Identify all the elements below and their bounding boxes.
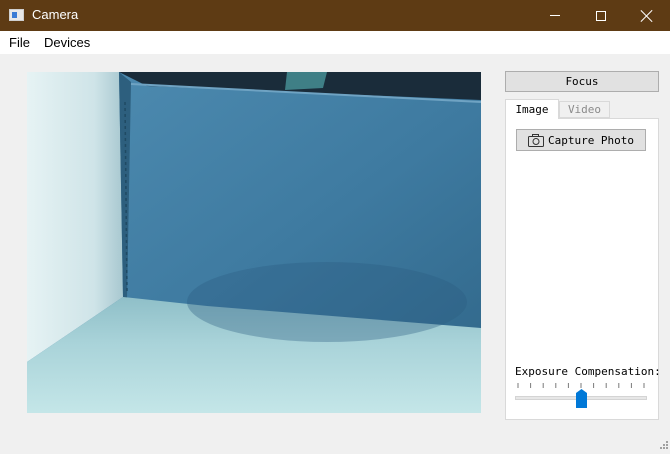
menu-bar: File Devices (0, 31, 670, 54)
camera-app-icon (9, 9, 24, 21)
exposure-slider-handle[interactable] (575, 389, 587, 408)
menu-file[interactable]: File (9, 35, 30, 50)
camera-preview-image (27, 72, 481, 413)
maximize-icon (596, 10, 606, 21)
tab-video[interactable]: Video (559, 101, 610, 118)
maximize-button[interactable] (578, 0, 624, 31)
close-icon (641, 10, 653, 22)
camera-icon (527, 133, 544, 147)
resize-grip-icon[interactable] (657, 440, 669, 452)
camera-viewfinder (27, 72, 481, 413)
close-button[interactable] (624, 0, 670, 31)
title-bar[interactable]: Camera (0, 0, 670, 31)
tab-image[interactable]: Image (505, 99, 559, 119)
window-title: Camera (32, 7, 79, 22)
minimize-icon (550, 15, 560, 16)
minimize-button[interactable] (532, 0, 578, 31)
capture-photo-button[interactable]: Capture Photo (516, 129, 646, 151)
menu-devices[interactable]: Devices (44, 35, 90, 50)
focus-button[interactable]: Focus (505, 71, 659, 92)
exposure-compensation-label: Exposure Compensation: (515, 365, 661, 378)
capture-photo-label: Capture Photo (547, 133, 635, 147)
